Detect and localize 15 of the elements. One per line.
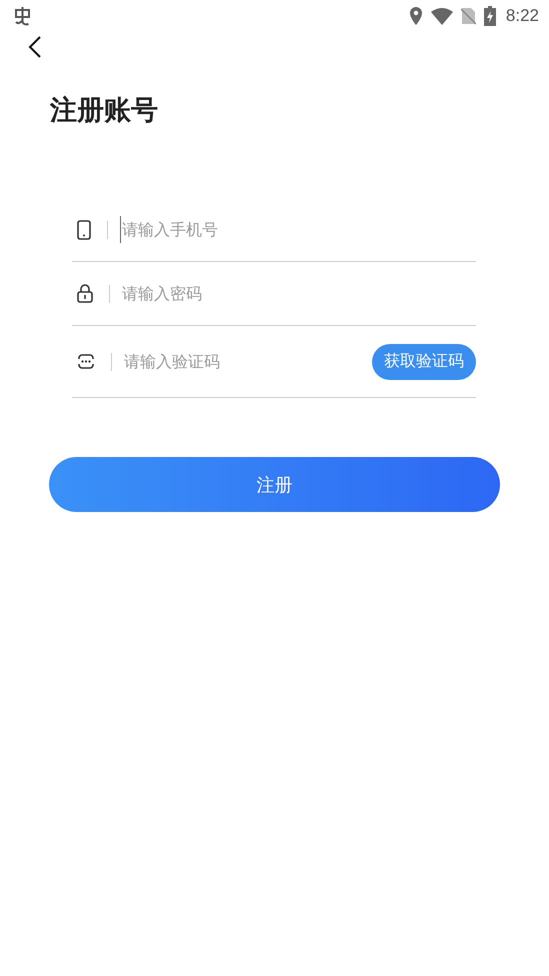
status-time: 8:22 — [506, 6, 539, 26]
password-input-field[interactable]: 请输入密码 — [122, 280, 476, 307]
phone-icon — [77, 220, 91, 240]
wifi-icon — [430, 8, 453, 24]
register-button[interactable]: 注册 — [49, 457, 500, 512]
get-code-button[interactable]: 获取验证码 — [372, 344, 476, 380]
code-input-field[interactable]: 请输入验证码 — [124, 348, 372, 375]
phone-input-field[interactable]: 请输入手机号 — [120, 216, 476, 243]
lock-icon — [77, 284, 93, 303]
battery-icon — [484, 6, 496, 26]
back-icon[interactable] — [28, 36, 42, 58]
message-icon — [77, 354, 95, 369]
location-icon — [408, 7, 423, 25]
no-sim-icon — [460, 7, 476, 25]
page-title: 注册账号 — [50, 94, 159, 128]
